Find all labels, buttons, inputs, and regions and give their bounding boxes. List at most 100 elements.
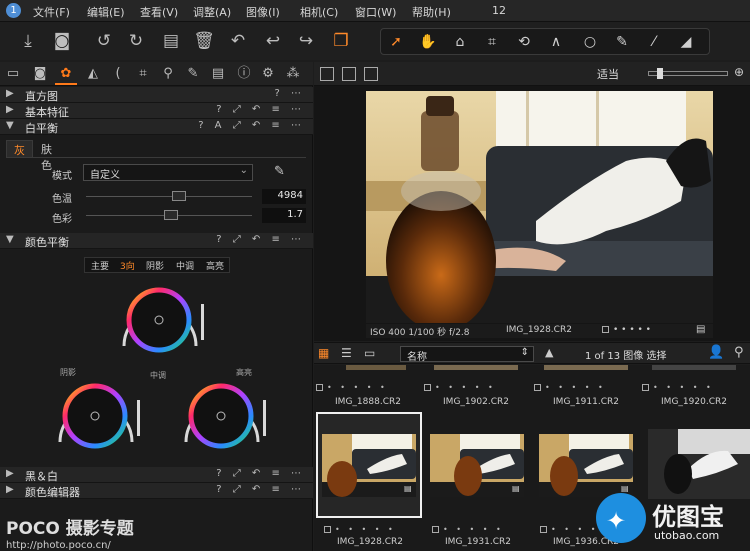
section-controls-icon[interactable]: ? ⤢ ↶ ≡ ⋯	[216, 104, 305, 115]
app-icon[interactable]: 1	[6, 3, 21, 18]
section-controls-icon[interactable]: ? ⤢ ↶ ≡ ⋯	[216, 484, 305, 495]
menu-view[interactable]: 查看(V)	[140, 4, 178, 20]
zoom-slider[interactable]	[648, 68, 728, 79]
tab-highlight[interactable]: 高亮	[206, 259, 224, 272]
thumbnail-image-bw[interactable]	[648, 429, 750, 499]
temp-slider-thumb[interactable]	[171, 191, 186, 201]
search-icon[interactable]: ⚲	[734, 345, 744, 360]
menu-help[interactable]: 帮助(H)	[412, 4, 451, 20]
section-controls-icon[interactable]: ? ⤢ ↶ ≡ ⋯	[216, 468, 305, 479]
section-basic[interactable]: ▶ 基本特征 ? ⤢ ↶ ≡ ⋯	[0, 103, 313, 119]
circle-spot-icon[interactable]: ○	[579, 32, 601, 52]
single-view-icon[interactable]	[342, 67, 356, 81]
section-controls-icon[interactable]: ? ⋯	[275, 88, 306, 99]
thumbnail-image[interactable]	[322, 434, 416, 497]
keystone-icon[interactable]: ∧	[545, 32, 567, 52]
section-histogram[interactable]: ▶ 直方图 ? ⋯	[0, 87, 313, 103]
eyedropper-icon[interactable]: ✎	[274, 164, 285, 179]
tab-midtone[interactable]: 中调	[176, 259, 194, 272]
thumb-info-icon[interactable]: ▤	[512, 484, 520, 493]
temp-slider-track[interactable]	[86, 196, 252, 197]
local-adjust-tab-icon[interactable]: ✎	[183, 65, 203, 83]
camera-icon[interactable]: ◙	[51, 30, 73, 52]
section-controls-icon[interactable]: ? ⤢ ↶ ≡ ⋯	[216, 234, 305, 245]
list-view-icon[interactable]: ☰	[341, 346, 352, 360]
forward-icon[interactable]: ↪	[295, 30, 317, 52]
multi-view-icon[interactable]	[320, 67, 334, 81]
tab-gray[interactable]: 灰	[6, 140, 33, 157]
menu-window[interactable]: 窗口(W)	[355, 4, 396, 20]
thumbnail-name: IMG_1920.CR2	[661, 397, 727, 407]
section-white-balance[interactable]: ▼ 白平衡 ? A ⤢ ↶ ≡ ⋯	[0, 119, 313, 135]
tab-shadow[interactable]: 阴影	[146, 259, 164, 272]
grid-view-icon[interactable]: ▦	[318, 346, 329, 360]
highlight-wheel[interactable]	[166, 380, 276, 456]
details-tab-icon[interactable]: ⚲	[158, 65, 178, 83]
thumb-rating[interactable]: • • • • •	[432, 525, 536, 537]
color-tab-icon[interactable]: ✿	[56, 65, 76, 83]
thumb-info-icon[interactable]: ▤	[621, 484, 629, 493]
section-color-balance[interactable]: ▼ 颜色平衡 ? ⤢ ↶ ≡ ⋯	[0, 233, 313, 249]
thumbnail-image[interactable]	[539, 434, 633, 497]
loupe-icon[interactable]: ⌂	[449, 32, 471, 52]
crop-tab-icon[interactable]: ⌗	[133, 65, 153, 83]
export-icon[interactable]: ▤	[160, 30, 182, 52]
mode-select[interactable]: 自定义 ⌄	[83, 164, 253, 181]
redo-circle-icon[interactable]: ↻	[125, 30, 147, 52]
pan-hand-icon[interactable]: ✋	[417, 32, 439, 52]
undo-icon[interactable]: ↶	[227, 30, 249, 52]
watermark-url: http://photo.poco.cn/	[6, 540, 111, 551]
sort-direction-icon[interactable]: ▲	[545, 346, 553, 359]
lens-tab-icon[interactable]: (	[108, 65, 128, 83]
file-name: IMG_1928.CR2	[506, 325, 572, 335]
zoom-in-icon[interactable]: ⊕	[734, 65, 744, 79]
tint-slider-thumb[interactable]	[163, 210, 178, 220]
metadata-tab-icon[interactable]: ⓘ	[234, 65, 254, 83]
adjustments-tab-icon[interactable]: ▤	[208, 65, 228, 83]
thumb-info-icon[interactable]: ▤	[404, 484, 412, 493]
menu-file[interactable]: 文件(F)	[33, 4, 70, 20]
sort-select[interactable]: 名称 ⇕	[400, 346, 534, 363]
temp-value-field[interactable]: 4984	[262, 189, 306, 204]
eraser-icon[interactable]: ◢	[675, 32, 697, 52]
select-cursor-icon[interactable]: ➚	[385, 32, 407, 52]
rotate-icon[interactable]: ⟲	[513, 32, 535, 52]
layers-icon[interactable]: ❐	[330, 30, 352, 52]
tint-value-field[interactable]: 1.7	[262, 208, 306, 223]
section-color-editor[interactable]: ▶ 颜色编辑器 ? ⤢ ↶ ≡ ⋯	[0, 483, 313, 499]
tab-3way[interactable]: 3向	[120, 259, 135, 272]
menu-image[interactable]: 图像(I)	[246, 4, 280, 20]
section-controls-icon[interactable]: ? A ⤢ ↶ ≡ ⋯	[198, 120, 305, 131]
info-list-icon[interactable]: ▤	[696, 324, 705, 335]
section-title: 基本特征	[25, 106, 69, 119]
undo-circle-icon[interactable]: ↺	[93, 30, 115, 52]
proof-view-icon[interactable]	[364, 67, 378, 81]
brush-icon[interactable]: ✎	[611, 32, 633, 52]
main-photo[interactable]	[366, 91, 713, 323]
menu-edit[interactable]: 编辑(E)	[87, 4, 125, 20]
thumb-rating[interactable]: • • • • •	[324, 525, 428, 537]
window-count: 12	[492, 4, 506, 17]
rating-dots[interactable]: • • • • •	[602, 325, 651, 335]
thumbnail-image[interactable]	[430, 434, 524, 497]
menu-camera[interactable]: 相机(C)	[300, 4, 338, 20]
menu-adjust[interactable]: 调整(A)	[193, 4, 231, 20]
section-black-white[interactable]: ▶ 黑＆白 ? ⤢ ↶ ≡ ⋯	[0, 467, 313, 483]
exposure-tab-icon[interactable]: ◭	[83, 65, 103, 83]
back-icon[interactable]: ↩	[262, 30, 284, 52]
user-icon[interactable]: 👤	[708, 345, 724, 360]
library-tab-icon[interactable]: ▭	[3, 65, 23, 83]
filmstrip-view-icon[interactable]: ▭	[364, 346, 375, 360]
trash-icon[interactable]: 🗑	[193, 30, 215, 52]
capture-tab-icon[interactable]: ◙	[30, 65, 50, 83]
zoom-fit-label[interactable]: 适当	[597, 66, 619, 82]
batch-tab-icon[interactable]: ⁂	[283, 65, 303, 83]
output-tab-icon[interactable]: ⚙	[258, 65, 278, 83]
tab-skin[interactable]: 肤色	[34, 140, 59, 172]
tab-master[interactable]: 主要	[91, 259, 109, 272]
shadow-wheel[interactable]	[40, 380, 150, 456]
import-icon[interactable]: ⤓	[17, 30, 39, 52]
crop-icon[interactable]: ⌗	[481, 32, 503, 52]
midtone-wheel[interactable]	[104, 284, 214, 360]
picker-icon[interactable]: ⁄	[643, 32, 665, 52]
